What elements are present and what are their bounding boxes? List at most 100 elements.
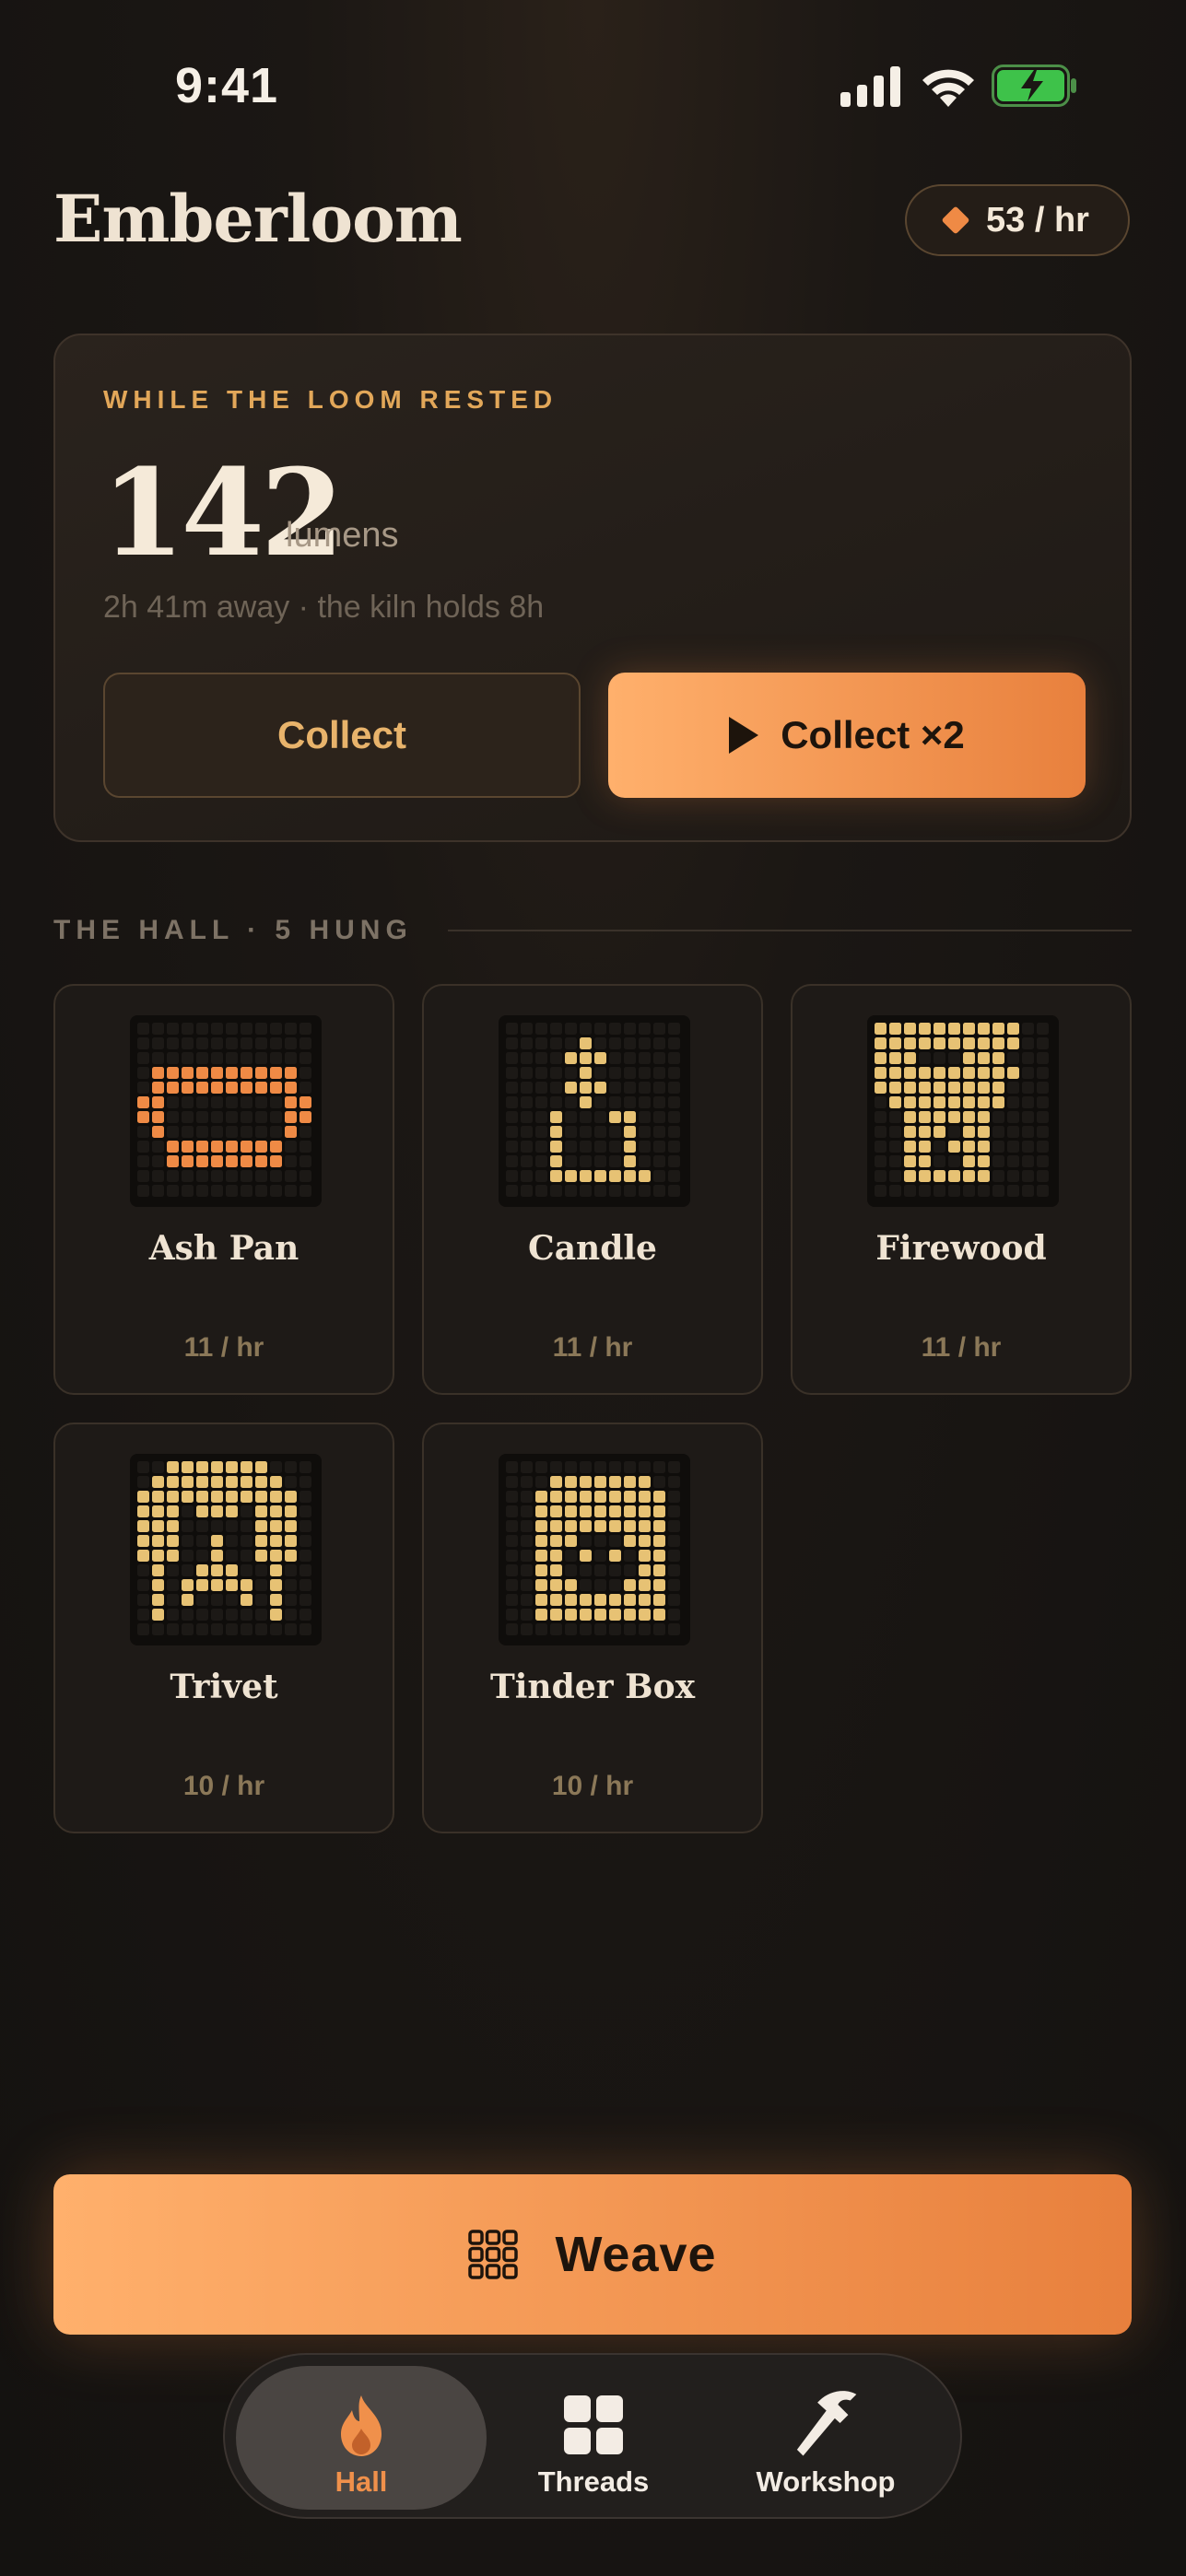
sprite-pixel-off bbox=[255, 1111, 267, 1123]
collect-button[interactable]: Collect bbox=[103, 673, 581, 798]
sprite-pixel-off bbox=[550, 1023, 562, 1035]
sprite-pixel-on bbox=[270, 1155, 282, 1167]
sprite-pixel-off bbox=[580, 1461, 592, 1473]
sprite-pixel-off bbox=[1037, 1141, 1049, 1153]
sprite-pixel-on bbox=[167, 1550, 179, 1562]
sprite-pixel-off bbox=[182, 1185, 194, 1197]
tab-label: Hall bbox=[335, 2465, 388, 2498]
sprite-pixel-off bbox=[241, 1609, 252, 1621]
hall-item-ash-pan[interactable]: Ash Pan 11 / hr bbox=[53, 984, 394, 1395]
sprite-pixel-off bbox=[241, 1564, 252, 1576]
sprite-pixel-on bbox=[182, 1141, 194, 1153]
sprite-pixel-off bbox=[594, 1535, 606, 1547]
tab-threads[interactable]: Threads bbox=[468, 2366, 719, 2510]
sprite-pixel-off bbox=[285, 1170, 297, 1182]
sprite-pixel-off bbox=[535, 1111, 547, 1123]
sprite-pixel-on bbox=[963, 1082, 975, 1094]
sprite-pixel-off bbox=[506, 1023, 518, 1035]
sprite-pixel-off bbox=[521, 1535, 533, 1547]
sprite-pixel-off bbox=[299, 1126, 311, 1138]
sprite-pixel-on bbox=[639, 1550, 651, 1562]
sprite-pixel-on bbox=[285, 1550, 297, 1562]
rate-badge: 53 / hr bbox=[905, 184, 1130, 256]
sprite-pixel-on bbox=[270, 1550, 282, 1562]
sprite-pixel-off bbox=[285, 1155, 297, 1167]
hall-item-candle[interactable]: Candle 11 / hr bbox=[422, 984, 763, 1395]
sprite-pixel-off bbox=[978, 1185, 990, 1197]
sprite-pixel-off bbox=[668, 1141, 680, 1153]
sprite-pixel-on bbox=[653, 1579, 665, 1591]
sprite-pixel-on bbox=[934, 1082, 945, 1094]
sprite-pixel-off bbox=[668, 1052, 680, 1064]
sprite-pixel-off bbox=[653, 1082, 665, 1094]
sprite-pixel-off bbox=[167, 1609, 179, 1621]
sprite-pixel-on bbox=[875, 1037, 887, 1049]
sprite-pixel-on bbox=[270, 1564, 282, 1576]
sprite-pixel-off bbox=[506, 1491, 518, 1503]
sprite-pixel-off bbox=[889, 1141, 901, 1153]
hall-item-firewood[interactable]: Firewood 11 / hr bbox=[791, 984, 1132, 1395]
sprite-pixel-on bbox=[182, 1491, 194, 1503]
sprite-pixel-on bbox=[978, 1126, 990, 1138]
sprite-pixel-on bbox=[594, 1505, 606, 1517]
weave-button[interactable]: Weave bbox=[53, 2174, 1132, 2335]
sprite-pixel-off bbox=[521, 1052, 533, 1064]
sprite-pixel-on bbox=[580, 1505, 592, 1517]
sprite-pixel-off bbox=[182, 1111, 194, 1123]
sprite-pixel-off bbox=[299, 1609, 311, 1621]
sprite-pixel-on bbox=[948, 1170, 960, 1182]
sprite-pixel-off bbox=[506, 1111, 518, 1123]
sprite-pixel-off bbox=[948, 1155, 960, 1167]
sprite-pixel-on bbox=[182, 1476, 194, 1488]
hall-item-rate: 11 / hr bbox=[183, 1332, 264, 1363]
sprite-pixel-off bbox=[152, 1185, 164, 1197]
sprite-pixel-off bbox=[550, 1096, 562, 1108]
sprite-pixel-off bbox=[668, 1564, 680, 1576]
sprite-pixel-on bbox=[137, 1111, 149, 1123]
sprite-pixel-off bbox=[668, 1623, 680, 1635]
sprite-pixel-on bbox=[875, 1082, 887, 1094]
hall-item-tinder-box[interactable]: Tinder Box 10 / hr bbox=[422, 1423, 763, 1833]
sprite-pixel-on bbox=[152, 1082, 164, 1094]
hall-item-rate: 11 / hr bbox=[921, 1332, 1002, 1363]
collect-double-button[interactable]: Collect ×2 bbox=[608, 673, 1086, 798]
sprite-pixel-off bbox=[609, 1126, 621, 1138]
sprite-pixel-off bbox=[1037, 1037, 1049, 1049]
sprite-pixel-off bbox=[506, 1550, 518, 1562]
sprite-pixel-on bbox=[211, 1550, 223, 1562]
sprite-pixel-off bbox=[506, 1623, 518, 1635]
sprite-pixel-off bbox=[137, 1623, 149, 1635]
sprite-pixel-on bbox=[904, 1052, 916, 1064]
sprite-pixel-off bbox=[196, 1609, 208, 1621]
sprite-pixel-on bbox=[299, 1111, 311, 1123]
sprite-pixel-on bbox=[535, 1579, 547, 1591]
sprite-pixel-off bbox=[1007, 1141, 1019, 1153]
sprite-pixel-on bbox=[653, 1609, 665, 1621]
sprite-pixel-on bbox=[285, 1505, 297, 1517]
sprite-pixel-off bbox=[226, 1550, 238, 1562]
battery-charging-icon bbox=[992, 64, 1076, 107]
tab-workshop[interactable]: Workshop bbox=[700, 2366, 951, 2510]
sprite-pixel-on bbox=[963, 1141, 975, 1153]
sprite-pixel-on bbox=[226, 1564, 238, 1576]
tab-hall[interactable]: Hall bbox=[236, 2366, 487, 2510]
sprite-pixel-off bbox=[653, 1155, 665, 1167]
sprite-pixel-off bbox=[167, 1111, 179, 1123]
sprite-pixel-off bbox=[609, 1082, 621, 1094]
sprite-pixel-on bbox=[919, 1126, 931, 1138]
sprite-pixel-off bbox=[609, 1155, 621, 1167]
sprite-pixel-on bbox=[270, 1082, 282, 1094]
sprite-pixel-off bbox=[255, 1609, 267, 1621]
sprite-pixel-on bbox=[137, 1520, 149, 1532]
sprite-pixel-off bbox=[196, 1185, 208, 1197]
sprite-pixel-on bbox=[948, 1023, 960, 1035]
sprite-pixel-off bbox=[535, 1096, 547, 1108]
sprite-pixel-off bbox=[182, 1550, 194, 1562]
sprite-pixel-on bbox=[167, 1491, 179, 1503]
sprite-pixel-on bbox=[152, 1067, 164, 1079]
sprite-pixel-off bbox=[668, 1155, 680, 1167]
hall-item-trivet[interactable]: Trivet 10 / hr bbox=[53, 1423, 394, 1833]
sprite-pixel-on bbox=[196, 1082, 208, 1094]
sprite-pixel-off bbox=[668, 1170, 680, 1182]
sprite-pixel-on bbox=[211, 1564, 223, 1576]
